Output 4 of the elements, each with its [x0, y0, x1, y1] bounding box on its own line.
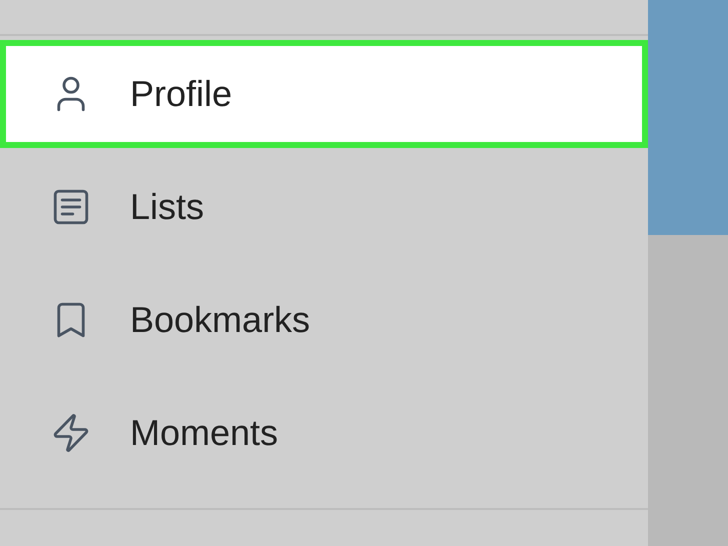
menu-item[interactable]: Profile — [0, 40, 648, 148]
menu-item[interactable]: Bookmarks — [0, 263, 648, 376]
menu-item[interactable]: Lists — [0, 150, 648, 263]
menu-item[interactable]: Moments — [0, 376, 648, 489]
